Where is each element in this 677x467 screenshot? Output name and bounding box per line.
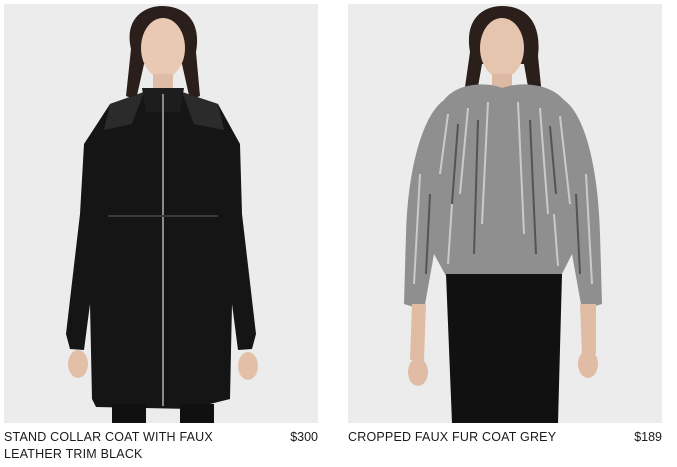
product-photo-fur-coat: [348, 4, 662, 423]
product-photo-coat: [4, 4, 318, 423]
product-price: $189: [634, 430, 662, 444]
product-image[interactable]: [348, 4, 662, 423]
product-price: $300: [290, 430, 318, 444]
product-grid: STAND COLLAR COAT WITH FAUX LEATHER TRIM…: [4, 4, 672, 463]
product-image[interactable]: [4, 4, 318, 423]
product-meta: STAND COLLAR COAT WITH FAUX LEATHER TRIM…: [4, 423, 318, 463]
product-card[interactable]: STAND COLLAR COAT WITH FAUX LEATHER TRIM…: [4, 4, 318, 463]
product-name[interactable]: CROPPED FAUX FUR COAT GREY: [348, 429, 588, 446]
product-name[interactable]: STAND COLLAR COAT WITH FAUX LEATHER TRIM…: [4, 429, 244, 463]
product-meta: CROPPED FAUX FUR COAT GREY $189: [348, 423, 662, 446]
product-card[interactable]: CROPPED FAUX FUR COAT GREY $189: [348, 4, 662, 463]
